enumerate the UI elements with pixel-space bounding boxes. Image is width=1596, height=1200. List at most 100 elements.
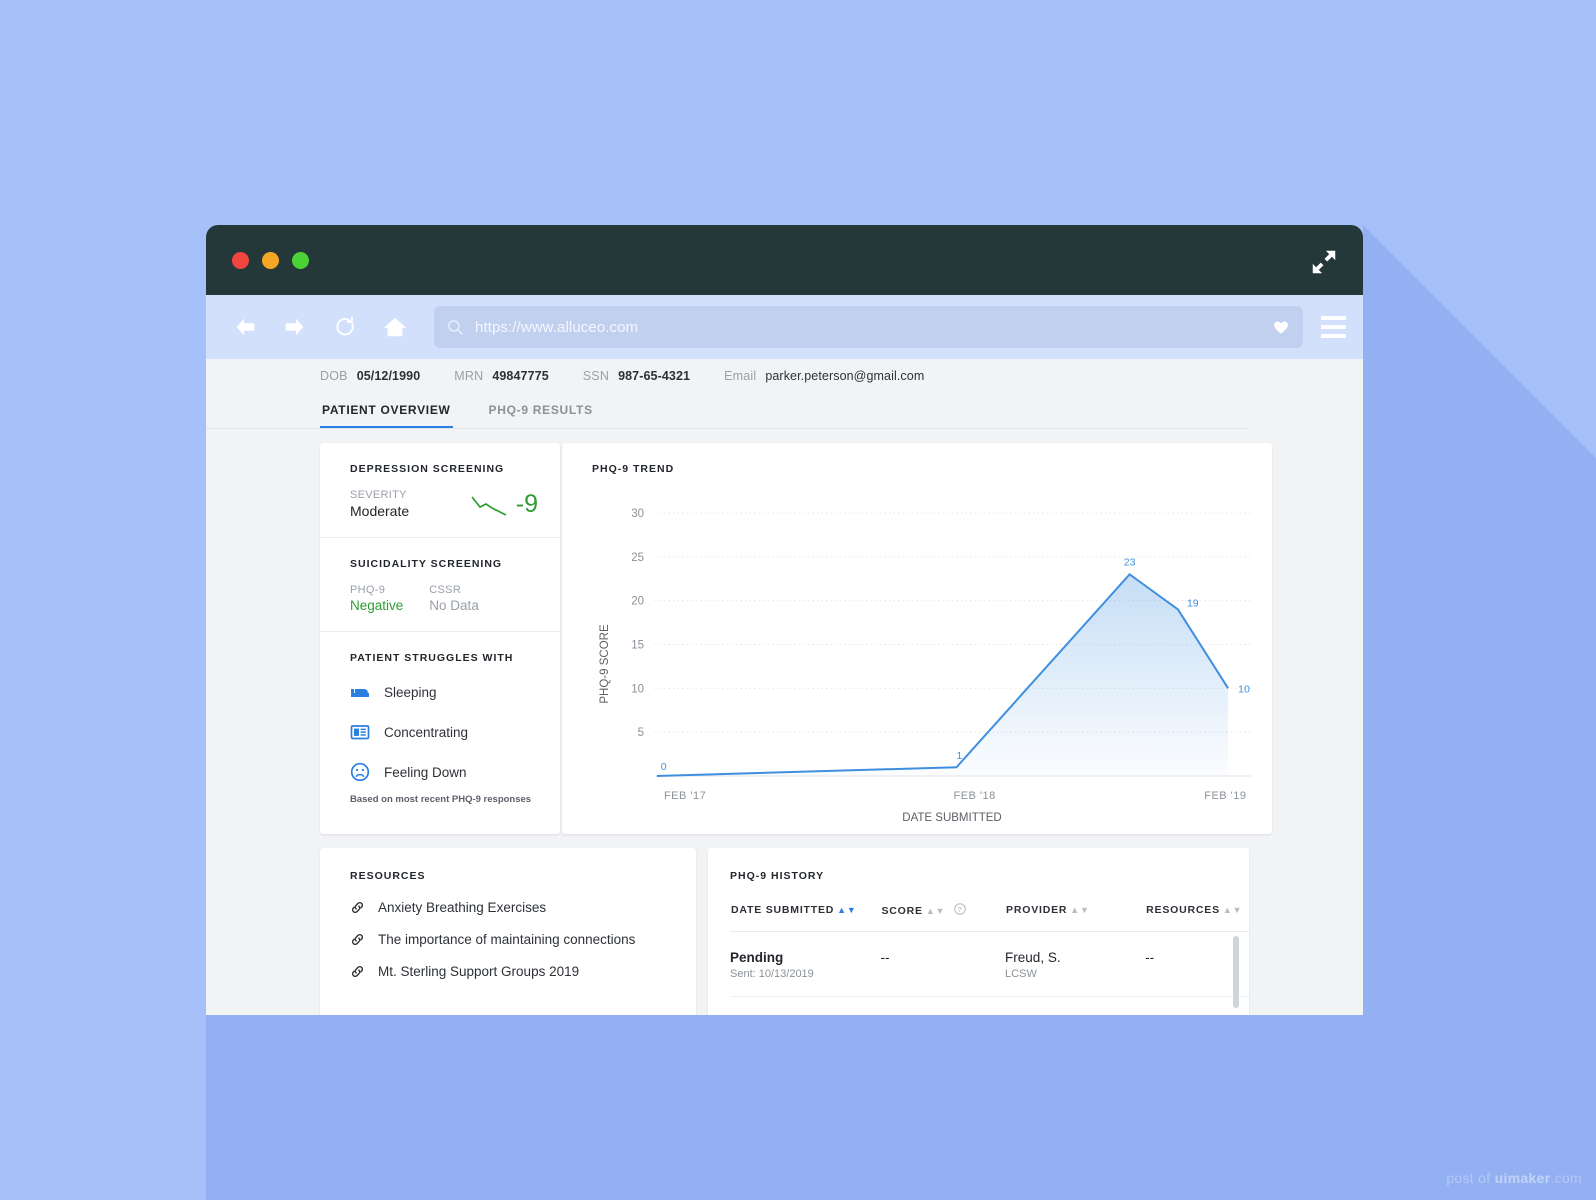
svg-text:0: 0 (661, 761, 667, 773)
depression-screening-title: DEPRESSION SCREENING (350, 463, 505, 475)
url-text: https://www.alluceo.com (475, 318, 639, 336)
newspaper-icon (350, 725, 370, 740)
link-icon (352, 902, 363, 913)
chart-xlabel: DATE SUBMITTED (902, 812, 1001, 824)
svg-text:23: 23 (1124, 556, 1136, 568)
resource-link-1[interactable]: Anxiety Breathing Exercises (350, 900, 672, 915)
search-icon (448, 319, 463, 335)
sort-arrows-icon[interactable]: ▲▼ (1223, 905, 1242, 915)
suicidality-phq9-label: PHQ-9 (350, 584, 386, 596)
tab-phq9-results[interactable]: PHQ-9 RESULTS (487, 397, 595, 428)
forward-arrow-icon[interactable] (278, 310, 312, 344)
resources-title: RESOURCES (350, 870, 426, 882)
resource-link-3[interactable]: Mt. Sterling Support Groups 2019 (350, 964, 672, 979)
row-provider-sub: LCSW (1005, 968, 1037, 980)
home-icon[interactable] (378, 310, 412, 344)
back-arrow-icon[interactable] (228, 310, 262, 344)
expand-arrows-icon[interactable] (1309, 247, 1339, 277)
svg-text:10: 10 (631, 683, 644, 695)
patient-field-label-email: Email (724, 369, 757, 383)
column-header-provider[interactable]: PROVIDER ▲▼ (1005, 902, 1146, 932)
svg-text:FEB '18: FEB '18 (954, 790, 996, 802)
row-score: -- (880, 950, 890, 965)
cell-date: 09/08/2019 (730, 996, 881, 1015)
sort-arrows-icon[interactable]: ▲▼ (837, 905, 856, 915)
svg-text:1: 1 (956, 750, 962, 762)
cell-date: Pending Sent: 10/13/2019 (730, 931, 881, 997)
link-icon (352, 934, 363, 945)
patient-field-value-ssn: 987-65-4321 (618, 369, 691, 383)
phq9-trend-chart: PHQ-9 SCORE 5 10 15 20 25 30 0 1 23 19 1… (592, 489, 1272, 834)
patient-struggles-title: PATIENT STRUGGLES WITH (350, 652, 514, 664)
svg-text:FEB '19: FEB '19 (1204, 790, 1246, 802)
resource-label: Anxiety Breathing Exercises (378, 900, 547, 915)
depression-screening-panel: DEPRESSION SCREENING SEVERITY Moderate -… (320, 443, 560, 537)
struggles-note: Based on most recent PHQ-9 responses (350, 794, 532, 805)
column-header-date-submitted[interactable]: DATE SUBMITTED ▲▼ (730, 902, 881, 932)
trend-sparkline-icon (471, 495, 507, 516)
resource-label: The importance of maintaining connection… (378, 932, 636, 947)
table-row[interactable]: 09/08/2019 10 Fre (730, 996, 1249, 1015)
app-content: DOB 05/12/1990 MRN 49847775 SSN 987-65-4… (206, 359, 1363, 1015)
chart-y-ticks: 5 10 15 20 25 30 (631, 508, 644, 739)
patient-field-value-dob: 05/12/1990 (356, 369, 421, 383)
link-icon (352, 966, 363, 977)
row-provider: Freud, S. (1005, 950, 1061, 965)
svg-text:15: 15 (631, 640, 644, 652)
hamburger-menu-icon[interactable] (1313, 307, 1353, 347)
severity-label: SEVERITY (350, 489, 407, 501)
struggle-label: Feeling Down (384, 764, 467, 780)
details-row: RESOURCES Anxiety Breathing Exercises Th… (320, 848, 1249, 1015)
browser-window: https://www.alluceo.com DOB 05/12/1990 M… (206, 225, 1363, 1015)
suicidality-screening-title: SUICIDALITY SCREENING (350, 558, 503, 570)
patient-field-label-dob: DOB (320, 369, 348, 383)
resource-link-2[interactable]: The importance of maintaining connection… (350, 932, 672, 947)
watermark: post of uimaker.com (1446, 1170, 1582, 1186)
cell-score: -- (880, 931, 1006, 997)
minimize-window-button[interactable] (262, 252, 279, 269)
tab-bar: PATIENT OVERVIEW PHQ-9 RESULTS (206, 397, 1249, 429)
patient-info-bar: DOB 05/12/1990 MRN 49847775 SSN 987-65-4… (206, 359, 1363, 391)
browser-toolbar: https://www.alluceo.com (206, 295, 1363, 359)
phq9-trend-title: PHQ-9 TREND (592, 463, 675, 475)
help-icon[interactable]: ? (954, 903, 966, 915)
patient-field-value-email: parker.peterson@gmail.com (765, 369, 925, 383)
cell-provider: Freud, S. LCSW (1005, 931, 1146, 997)
cell-provider: Freud, S. (1005, 996, 1146, 1015)
bed-icon (351, 689, 369, 697)
struggle-label: Sleeping (384, 684, 437, 700)
column-label: DATE SUBMITTED (731, 904, 835, 916)
column-header-score[interactable]: SCORE ▲▼ ? (880, 902, 1006, 932)
heart-icon[interactable] (1271, 317, 1291, 337)
svg-text:19: 19 (1187, 597, 1199, 609)
reload-icon[interactable] (328, 310, 362, 344)
table-header-row: DATE SUBMITTED▲▼ SCORE▲▼ ? PROVIDER▲▼ (730, 902, 1249, 932)
row-resources: -- (1145, 950, 1155, 965)
sad-face-icon (350, 762, 370, 782)
watermark-brand: uimaker (1494, 1170, 1551, 1186)
suicidality-cssr-label: CSSR (429, 584, 462, 596)
struggle-item-feeling-down: Feeling Down (350, 762, 538, 782)
cell-score: 10 (880, 996, 1006, 1015)
sort-arrows-icon[interactable]: ▲▼ (1070, 905, 1089, 915)
phq9-history-table: DATE SUBMITTED▲▼ SCORE▲▼ ? PROVIDER▲▼ (730, 902, 1249, 1015)
table-scrollbar[interactable] (1233, 936, 1239, 1008)
tab-patient-overview[interactable]: PATIENT OVERVIEW (320, 397, 453, 428)
address-bar[interactable]: https://www.alluceo.com (434, 306, 1303, 348)
table-row[interactable]: Pending Sent: 10/13/2019 -- Freud, S. LC… (730, 931, 1249, 997)
svg-text:5: 5 (638, 727, 644, 739)
patient-field-label-ssn: SSN (582, 369, 610, 383)
watermark-prefix: post of (1446, 1170, 1495, 1186)
sort-arrows-icon[interactable]: ▲▼ (926, 906, 945, 916)
suicidality-screening-panel: SUICIDALITY SCREENING PHQ-9 Negative CSS… (320, 537, 560, 631)
maximize-window-button[interactable] (292, 252, 309, 269)
svg-text:20: 20 (631, 596, 644, 608)
svg-text:25: 25 (631, 552, 644, 564)
column-header-resources[interactable]: RESOURCES ▲▼ (1145, 902, 1249, 932)
close-window-button[interactable] (232, 252, 249, 269)
column-label: RESOURCES (1146, 904, 1220, 916)
column-label: SCORE (881, 905, 923, 917)
struggle-item-concentrating: Concentrating (350, 722, 538, 742)
suicidality-cssr-value: No Data (429, 598, 479, 613)
phq9-history-title: PHQ-9 HISTORY (730, 870, 825, 882)
